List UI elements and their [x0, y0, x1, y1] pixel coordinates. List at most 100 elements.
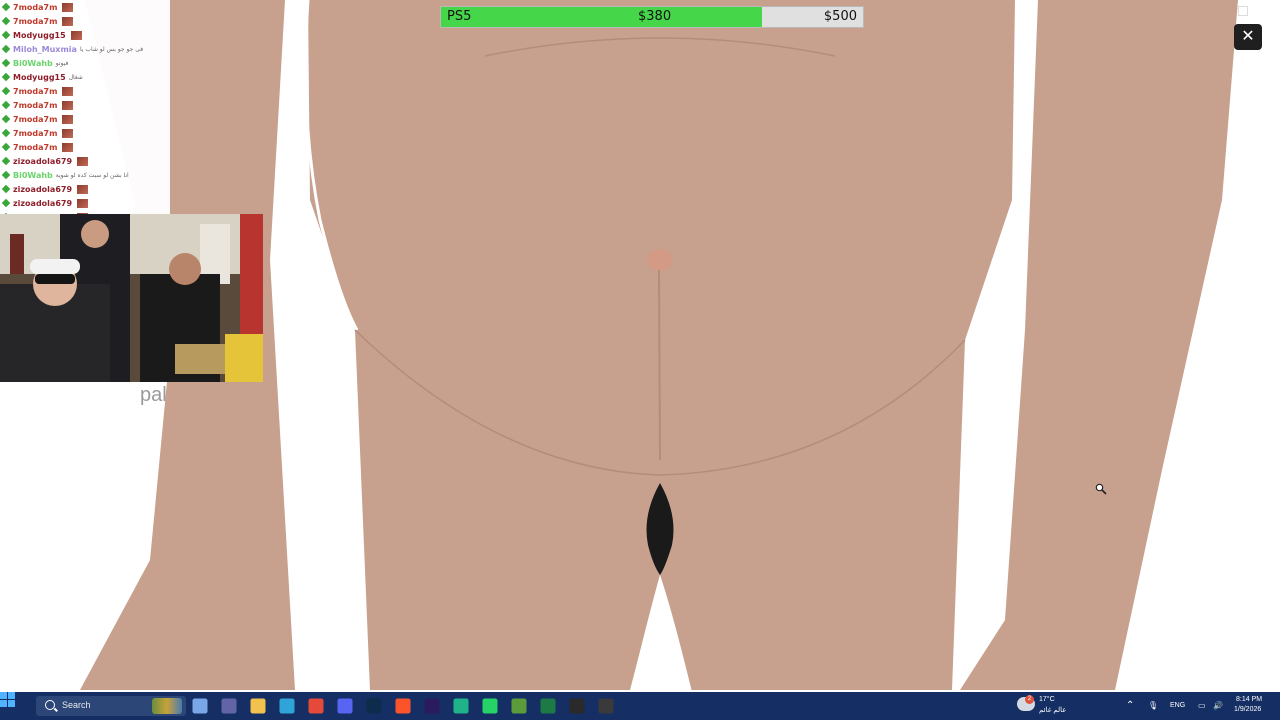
- weather-badge: 2: [1025, 695, 1034, 704]
- goal-current-amount: $380: [638, 9, 672, 24]
- chat-message: zizoadola679: [0, 182, 170, 196]
- chat-message: zizoadola679: [0, 154, 170, 168]
- chat-emote-icon: [62, 142, 74, 152]
- premiere-icon[interactable]: [424, 698, 440, 714]
- discord-icon[interactable]: [337, 698, 353, 714]
- chat-badge-icon: [1, 72, 11, 82]
- game-canvas[interactable]: PS5 $380 $500 ✕ 7moda7m 7moda7m Modyugg15 M…: [0, 0, 1280, 692]
- chat-message: Modyugg15: [0, 28, 170, 42]
- zoom-cursor-icon: [1095, 483, 1107, 495]
- app-icon[interactable]: [453, 698, 469, 714]
- chat-username: Miloh_Muxmia: [13, 44, 77, 54]
- chat-badge-icon: [1, 170, 11, 180]
- chrome-icon[interactable]: [308, 698, 324, 714]
- microphone-icon[interactable]: 🎙: [1148, 692, 1158, 720]
- webcam-image: [0, 214, 263, 382]
- obs-icon[interactable]: [598, 698, 614, 714]
- belly-line: [658, 269, 661, 461]
- tray-overflow-chevron-icon[interactable]: ⌃: [1126, 692, 1134, 720]
- chat-message-text: شغال: [68, 73, 83, 81]
- chat-emote-icon: [62, 16, 74, 26]
- goal-progress-fill: [441, 7, 762, 27]
- chat-emote-icon: [77, 156, 89, 166]
- chat-badge-icon: [1, 44, 11, 54]
- webcam-caption: pal: [140, 384, 167, 406]
- chat-message-text: فيوتو: [55, 59, 69, 67]
- start-button[interactable]: [0, 692, 16, 708]
- chat-message: 7moda7m: [0, 112, 170, 126]
- taskbar: Search 2 17°C عالم غائم ⌃ 🎙 ENG ▭ 🔊 8:14…: [0, 692, 1280, 720]
- chat-message: 7moda7m: [0, 140, 170, 154]
- close-button[interactable]: ✕: [1234, 24, 1262, 50]
- clock-time[interactable]: 8:14 PM: [1236, 696, 1262, 703]
- chat-message: Miloh_Muxmia فى جو جو بس لو شاب يا: [0, 42, 170, 56]
- chat-message-text: فى جو جو بس لو شاب يا: [79, 45, 144, 53]
- chat-emote-icon: [62, 128, 74, 138]
- search-placeholder: Search: [62, 700, 91, 710]
- chat-message: 7moda7m: [0, 126, 170, 140]
- chat-username: 7moda7m: [13, 16, 58, 26]
- belly-button: [647, 249, 673, 271]
- chat-badge-icon: [1, 58, 11, 68]
- chat-badge-icon: [1, 184, 11, 194]
- weather-description[interactable]: عالم غائم: [1039, 706, 1066, 714]
- chat-username: zizoadola679: [13, 198, 73, 208]
- chat-badge-icon: [1, 100, 11, 110]
- chat-username: zizoadola679: [13, 156, 73, 166]
- weather-temperature[interactable]: 17°C: [1039, 696, 1055, 703]
- file-explorer-icon[interactable]: [250, 698, 266, 714]
- search-icon: [45, 700, 55, 710]
- network-icon[interactable]: ▭: [1198, 692, 1206, 720]
- whatsapp-icon[interactable]: [482, 698, 498, 714]
- language-indicator[interactable]: ENG: [1170, 702, 1185, 709]
- chat-message-text: انا بشن لو سبت كده لو شوية: [55, 171, 129, 179]
- chat-badge-icon: [1, 86, 11, 96]
- chat-overlay: 7moda7m 7moda7m Modyugg15 Miloh_Muxmia فى جو…: [0, 0, 170, 214]
- chat-badge-icon: [1, 2, 11, 12]
- chat-badge-icon: [1, 142, 11, 152]
- edge-icon[interactable]: [279, 698, 295, 714]
- chat-badge-icon: [1, 114, 11, 124]
- webcam-feed: [0, 214, 263, 382]
- chat-emote-icon: [70, 30, 82, 40]
- widgets-icon[interactable]: [192, 698, 208, 714]
- chat-username: 7moda7m: [13, 142, 58, 152]
- window-restore-icon[interactable]: [1238, 6, 1248, 16]
- epic-games-icon[interactable]: [569, 698, 585, 714]
- chat-message: 7moda7m: [0, 84, 170, 98]
- brave-icon[interactable]: [395, 698, 411, 714]
- teams-icon[interactable]: [221, 698, 237, 714]
- chat-emote-icon: [77, 198, 89, 208]
- chat-emote-icon: [62, 86, 74, 96]
- chat-badge-icon: [1, 156, 11, 166]
- chat-message: 7moda7m: [0, 98, 170, 112]
- chat-message: Bi0Wahb انا بشن لو سبت كده لو شوية: [0, 168, 170, 182]
- volume-icon[interactable]: 🔊: [1213, 692, 1223, 720]
- chat-username: 7moda7m: [13, 128, 58, 138]
- chat-message: Modyugg15 شغال: [0, 70, 170, 84]
- minecraft-icon[interactable]: [511, 698, 527, 714]
- chat-message: 7moda7m: [0, 0, 170, 14]
- chat-emote-icon: [77, 184, 89, 194]
- taskbar-search[interactable]: Search: [36, 696, 186, 716]
- photoshop-icon[interactable]: [366, 698, 382, 714]
- chat-username: 7moda7m: [13, 100, 58, 110]
- chat-username: Modyugg15: [13, 72, 66, 82]
- chat-message: zizoadola679: [0, 196, 170, 210]
- clock-date[interactable]: 1/9/2026: [1234, 706, 1261, 713]
- goal-label: PS5: [447, 9, 472, 24]
- search-highlight-icon: [152, 698, 182, 714]
- goal-progress-bar: PS5 $380 $500: [440, 6, 864, 28]
- chat-username: 7moda7m: [13, 114, 58, 124]
- chat-username: 7moda7m: [13, 2, 58, 12]
- chat-username: Bi0Wahb: [13, 58, 53, 68]
- chat-emote-icon: [62, 100, 74, 110]
- chat-username: 7moda7m: [13, 86, 58, 96]
- chat-username: zizoadola679: [13, 184, 73, 194]
- chat-message: 7moda7m: [0, 14, 170, 28]
- chat-emote-icon: [62, 2, 74, 12]
- chat-emote-icon: [62, 114, 74, 124]
- excel-icon[interactable]: [540, 698, 556, 714]
- chat-badge-icon: [1, 30, 11, 40]
- chat-username: Modyugg15: [13, 30, 66, 40]
